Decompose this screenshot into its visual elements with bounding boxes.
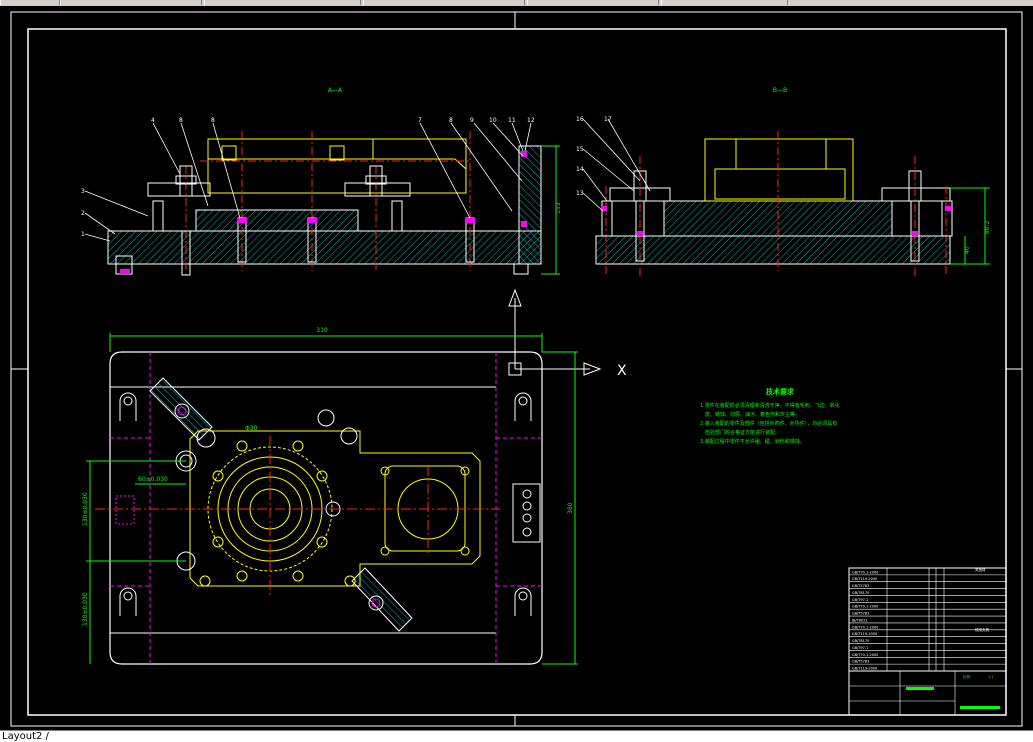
toolbar-field[interactable] [661, 0, 788, 5]
title-block: GB/T70.1-2000 GB/T119-2000 GB/T5783 GB/T617… [848, 567, 1007, 716]
parts-list-code: GB/T70.1-2000 [852, 605, 878, 609]
ucs-icon [508, 288, 602, 376]
balloon: 3 [81, 188, 85, 195]
tech-requirements: 技术要求 1.零件在装配前必须清理和清洗干净，不得有毛刺、飞边、氧化 皮、锈蚀、… [700, 387, 840, 445]
tech-req-line: 1.零件在装配前必须清理和清洗干净，不得有毛刺、飞边、氧化 [700, 402, 840, 409]
base-plate-b [595, 235, 951, 265]
tech-req-title: 技术要求 [766, 387, 795, 396]
tech-req-line: 3.装配过程中零件不允许磕、碰、划伤和锈蚀。 [700, 438, 805, 445]
section-a-a: A—A 153 4 8 8 7 8 9 10 11 12 3 2 1 [81, 87, 562, 276]
balloon: 9 [470, 117, 474, 124]
balloon: 8 [179, 117, 183, 124]
parts-list-code: GB/T70.1-2000 [852, 625, 878, 629]
toolbar-field[interactable] [60, 0, 202, 5]
drawing-canvas[interactable]: A—A 153 4 8 8 7 8 9 10 11 12 3 2 1 B—B 8… [0, 6, 1033, 730]
dim-top-1: 60±0.030 [138, 476, 168, 483]
ucs-x-label: X [617, 363, 627, 379]
balloon: 8 [449, 117, 453, 124]
balloon: 4 [151, 117, 155, 124]
dim-left-1: 130±0.030 [82, 492, 89, 526]
parts-list-code: JB/T8021 [851, 618, 868, 622]
parts-list-code: GB/T119-2000 [852, 577, 877, 581]
tech-req-line: 检验部门的合格证方能进行装配。 [705, 429, 780, 436]
balloon: 7 [418, 117, 422, 124]
status-bar: Layout2 / [0, 730, 1033, 742]
parts-list-code: GB/T5783 [852, 612, 869, 616]
dim-height-b2: 40 [964, 246, 971, 254]
balloon: 10 [489, 117, 497, 124]
workpiece-outline [207, 138, 467, 194]
parts-list-code: GB/T6170 [852, 591, 869, 595]
section-aa-title: A—A [328, 87, 343, 94]
balloon: 12 [527, 117, 535, 124]
dim-left-2: 130±0.030 [82, 592, 89, 626]
layout-tab[interactable]: Layout2 / [2, 731, 49, 742]
balloon: 17 [604, 116, 612, 123]
dim-center: Φ30 [245, 425, 258, 432]
clamp-bar-left [147, 182, 211, 197]
parts-list-code: GB/T97.1 [852, 598, 868, 602]
dim-height-b1: 80.2 [984, 220, 991, 234]
balloon: 2 [81, 210, 85, 217]
side-bracket [518, 145, 542, 265]
toolbar-button[interactable] [0, 0, 60, 5]
plan-view: X 310 380 130±0.030 130±0.030 60±0.030 Φ… [82, 288, 627, 665]
tech-req-line: 皮、锈蚀、切屑、油污、着色剂和灰尘等。 [705, 411, 800, 418]
balloon: 16 [576, 116, 584, 123]
section-bb-title: B—B [773, 87, 787, 94]
balloon: 8 [211, 117, 215, 124]
clamp-bar-right [344, 182, 411, 197]
parts-list-code: GB/T5783 [852, 660, 869, 664]
parts-list-code: GB/T5783 [852, 584, 869, 588]
dim-plan-width: 310 [316, 327, 328, 334]
parts-list-code: GB/T97.1 [852, 646, 868, 650]
title-block-scale: 1:1 [988, 675, 994, 679]
parts-list-code: GB/T70.1-2000 [852, 653, 878, 657]
title-block-drawing: 铣削夹具 [975, 627, 989, 632]
toolbar-field[interactable] [204, 0, 361, 5]
dim-plan-height: 380 [567, 502, 574, 514]
toolbar-field[interactable] [363, 0, 525, 5]
balloon: 1 [81, 231, 85, 238]
section-b-b: B—B 80.2 40 16 17 15 14 13 [576, 87, 991, 276]
parts-list-code: GB/T70.1-2000 [852, 570, 878, 574]
parts-list-code: GB/T119-2000 [852, 667, 877, 671]
balloon: 14 [576, 166, 584, 173]
balloon: 13 [576, 190, 584, 197]
title-block-name: 夹具体 [975, 567, 986, 572]
balloon: 11 [508, 117, 516, 124]
parts-list-code: GB/T6170 [852, 639, 869, 643]
balloon: 15 [576, 146, 584, 153]
parts-list-code: GB/T119-2000 [852, 632, 877, 636]
toolbar-field[interactable] [527, 0, 659, 5]
workpiece-b [704, 138, 854, 202]
base-plate [107, 230, 542, 265]
tech-req-line: 2.装入装配的零件及部件（包括外购件、外协件），均必须具有 [700, 420, 837, 427]
dim-height-a: 153 [555, 202, 562, 214]
support-plate [195, 209, 359, 232]
title-block-scale-label: 比例 [963, 674, 971, 679]
